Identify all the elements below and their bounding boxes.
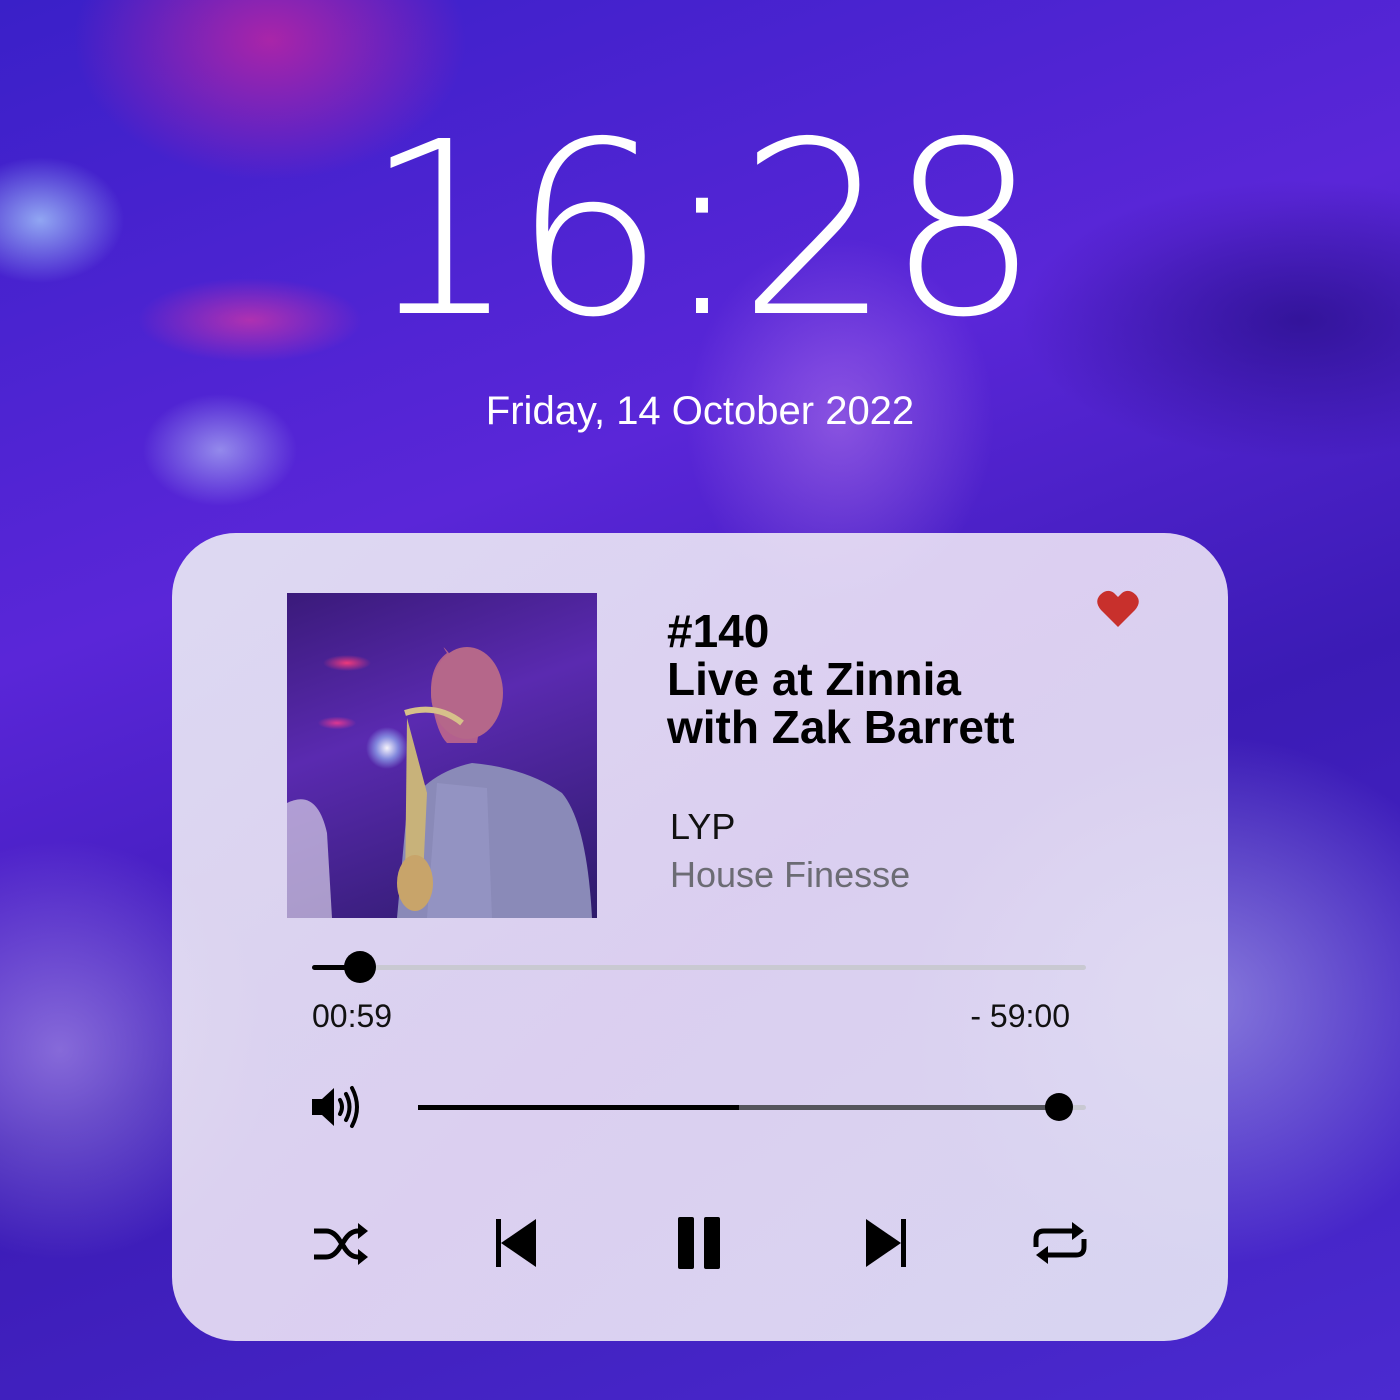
track-name-line-2: with Zak Barrett	[667, 701, 1015, 753]
next-button[interactable]	[856, 1213, 916, 1273]
now-playing-card: #140 Live at Zinnia with Zak Barrett LYP…	[172, 533, 1228, 1341]
repeat-icon	[1033, 1222, 1087, 1264]
heart-icon[interactable]	[1096, 589, 1140, 629]
volume-slider[interactable]	[418, 1093, 1086, 1121]
remaining-time: - 59:00	[970, 998, 1070, 1034]
album-name: House Finesse	[670, 854, 911, 895]
lockscreen-date: Friday, 14 October 2022	[485, 389, 915, 433]
progress-handle[interactable]	[343, 951, 376, 983]
volume-level-fill	[738, 1105, 1060, 1110]
pause-button[interactable]	[670, 1213, 730, 1273]
volume-icon[interactable]	[310, 1082, 362, 1132]
previous-icon	[496, 1219, 536, 1267]
album-art	[287, 593, 597, 918]
shuffle-icon	[314, 1223, 368, 1265]
elapsed-time: 00:59	[312, 998, 393, 1034]
repeat-button[interactable]	[1030, 1213, 1090, 1273]
pause-icon	[678, 1217, 720, 1269]
artist-name: LYP	[670, 806, 736, 847]
volume-buffer-fill	[418, 1105, 739, 1110]
progress-bar[interactable]	[312, 951, 1086, 983]
previous-button[interactable]	[486, 1213, 546, 1273]
track-name-line-1: Live at Zinnia	[667, 653, 961, 705]
lockscreen-clock: 16:28	[364, 90, 1040, 370]
track-number: #140	[667, 605, 770, 657]
track-title: #140 Live at Zinnia with Zak Barrett	[667, 607, 1117, 751]
next-icon	[866, 1219, 906, 1267]
saxophonist-image	[287, 647, 592, 918]
shuffle-button[interactable]	[310, 1213, 370, 1273]
volume-handle[interactable]	[1045, 1093, 1074, 1121]
